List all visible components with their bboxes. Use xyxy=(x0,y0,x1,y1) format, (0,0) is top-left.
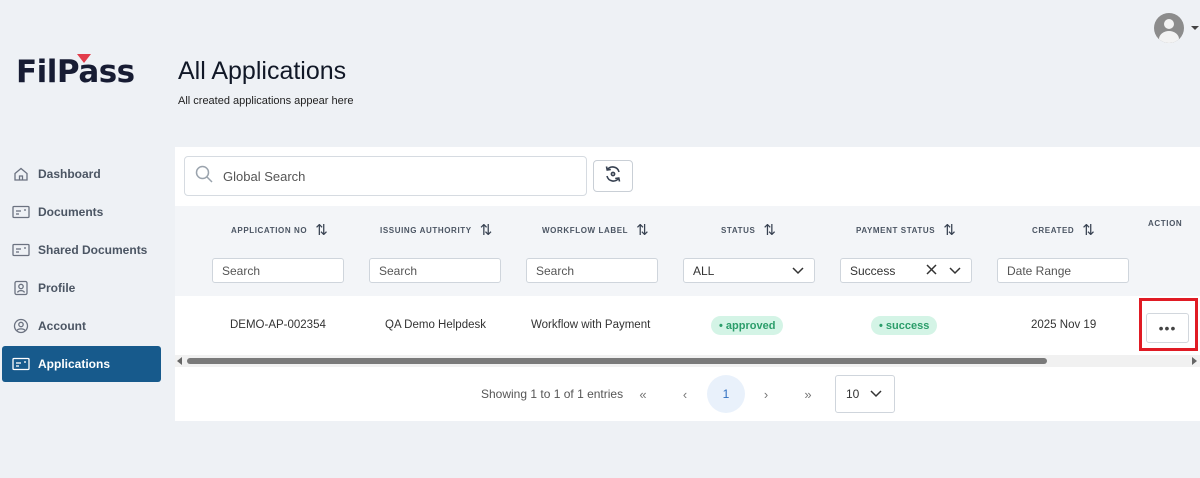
sidebar-item-label: Shared Documents xyxy=(38,243,148,257)
global-search-input[interactable] xyxy=(223,168,563,184)
scrollbar-thumb[interactable] xyxy=(187,358,1047,364)
sidebar-item-profile[interactable]: Profile xyxy=(2,270,161,306)
cell-workflow-label: Workflow with Payment xyxy=(531,319,651,331)
account-icon xyxy=(12,318,30,334)
sidebar-item-shared-documents[interactable]: Shared Documents xyxy=(2,232,161,268)
horizontal-scrollbar[interactable] xyxy=(175,355,1200,367)
next-page-button[interactable]: › xyxy=(753,381,779,407)
clear-icon[interactable] xyxy=(926,263,937,278)
filter-application-no[interactable]: Search xyxy=(212,258,344,283)
column-header-application-no[interactable]: APPLICATION NO ⇅ xyxy=(231,221,328,239)
pagination-summary: Showing 1 to 1 of 1 entries xyxy=(481,387,624,401)
scroll-right-icon[interactable] xyxy=(1192,357,1197,365)
filter-created-date-range[interactable]: Date Range xyxy=(997,258,1129,283)
sort-icon[interactable]: ⇅ xyxy=(636,221,649,239)
filter-workflow-label[interactable]: Search xyxy=(526,258,658,283)
page-size-select[interactable]: 10 xyxy=(835,375,895,413)
brand-logo: FilPass xyxy=(16,54,135,90)
applications-card: APPLICATION NO ⇅ ISSUING AUTHORITY ⇅ WOR… xyxy=(175,147,1200,421)
sort-icon[interactable]: ⇅ xyxy=(480,221,493,239)
sidebar-item-label: Account xyxy=(38,319,86,333)
page-number-button[interactable]: 1 xyxy=(707,375,745,413)
chevron-down-icon[interactable] xyxy=(870,387,882,401)
sidebar-item-label: Profile xyxy=(38,281,76,295)
sort-icon[interactable]: ⇅ xyxy=(943,221,956,239)
refresh-button[interactable] xyxy=(593,160,633,192)
chevron-down-icon[interactable] xyxy=(949,264,961,278)
brand-logo-text: FilPass xyxy=(16,54,135,90)
sidebar-item-label: Dashboard xyxy=(38,167,101,181)
filter-payment-status-select[interactable]: Success xyxy=(840,258,972,283)
column-header-issuing-authority[interactable]: ISSUING AUTHORITY ⇅ xyxy=(380,221,493,239)
sidebar-item-label: Applications xyxy=(38,357,111,371)
scroll-left-icon[interactable] xyxy=(177,357,182,365)
column-header-payment-status[interactable]: PAYMENT STATUS ⇅ xyxy=(856,221,956,239)
row-action-button[interactable]: ••• xyxy=(1146,313,1189,343)
page-subtitle: All created applications appear here xyxy=(178,95,354,107)
sort-icon[interactable]: ⇅ xyxy=(763,221,776,239)
shared-document-icon xyxy=(12,242,30,258)
sidebar-item-label: Documents xyxy=(38,205,104,219)
chevron-down-icon[interactable] xyxy=(1191,26,1199,30)
chevron-down-icon[interactable] xyxy=(792,264,804,278)
column-header-workflow-label[interactable]: WORKFLOW LABEL ⇅ xyxy=(542,221,649,239)
filter-issuing-authority[interactable]: Search xyxy=(369,258,501,283)
filter-status-select[interactable]: ALL xyxy=(683,258,815,283)
user-avatar-icon[interactable] xyxy=(1154,13,1184,43)
page-title: All Applications xyxy=(178,57,347,85)
logo-check-icon xyxy=(77,54,91,63)
sidebar-item-applications[interactable]: Applications xyxy=(2,346,161,382)
more-options-icon: ••• xyxy=(1158,320,1177,336)
cell-created: 2025 Nov 19 xyxy=(1031,319,1097,331)
search-icon xyxy=(195,165,213,188)
refresh-icon xyxy=(603,164,623,189)
column-header-action: ACTION xyxy=(1148,219,1183,228)
sidebar: Dashboard Documents Shared Documents Pro… xyxy=(0,156,165,384)
column-header-created[interactable]: CREATED ⇅ xyxy=(1032,221,1095,239)
cell-issuing-authority: QA Demo Helpdesk xyxy=(385,319,486,331)
document-card-icon xyxy=(12,204,30,220)
home-icon xyxy=(12,166,30,182)
column-header-status[interactable]: STATUS ⇅ xyxy=(721,221,776,239)
first-page-button[interactable]: « xyxy=(630,381,656,407)
sidebar-item-documents[interactable]: Documents xyxy=(2,194,161,230)
cell-application-no: DEMO-AP-002354 xyxy=(230,319,326,331)
prev-page-button[interactable]: ‹ xyxy=(672,381,698,407)
status-badge: • approved xyxy=(711,316,784,335)
applications-icon xyxy=(12,356,30,372)
sidebar-item-account[interactable]: Account xyxy=(2,308,161,344)
payment-status-badge: • success xyxy=(871,316,938,335)
sidebar-item-dashboard[interactable]: Dashboard xyxy=(2,156,161,192)
global-search[interactable] xyxy=(184,156,587,196)
sort-icon[interactable]: ⇅ xyxy=(315,221,328,239)
sort-icon[interactable]: ⇅ xyxy=(1082,221,1095,239)
last-page-button[interactable]: » xyxy=(795,381,821,407)
profile-icon xyxy=(12,280,30,296)
